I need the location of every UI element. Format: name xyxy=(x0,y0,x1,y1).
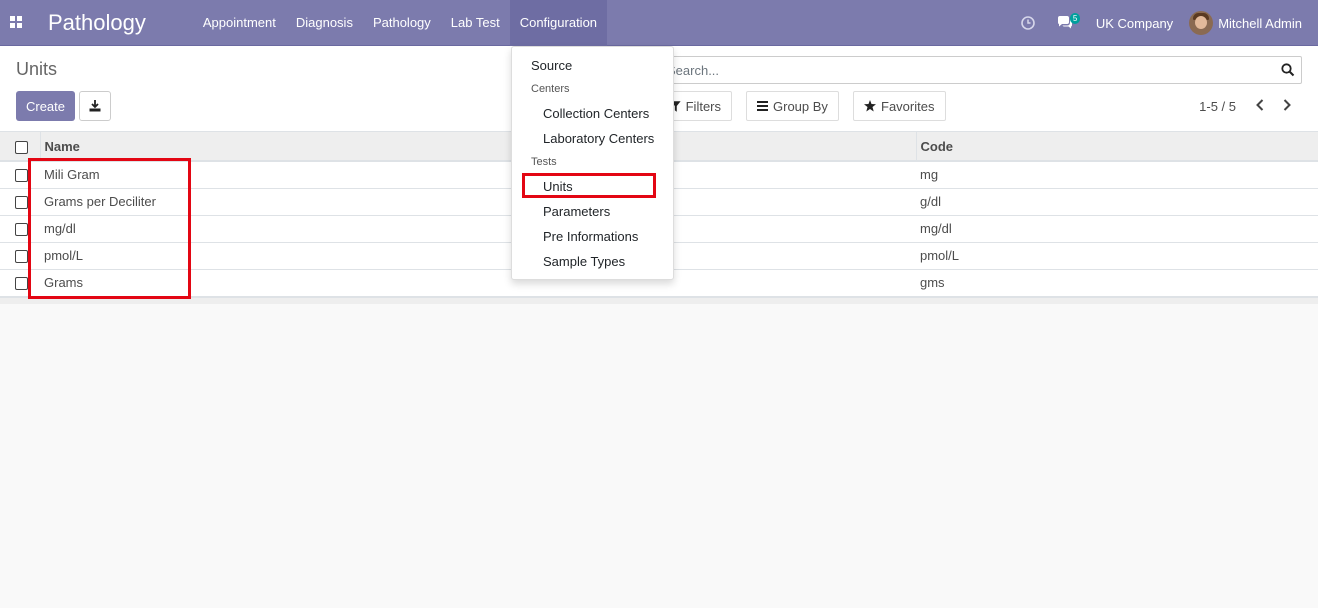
row-select-cell xyxy=(0,242,40,270)
dropdown-section-centers: Centers xyxy=(531,83,570,95)
menu-configuration[interactable]: Configuration xyxy=(509,0,608,46)
pager-next[interactable] xyxy=(1278,95,1296,115)
download-icon xyxy=(89,100,101,112)
unit-code-cell[interactable]: pmol/L xyxy=(916,242,1318,270)
dropdown-item-sample-types[interactable]: Sample Types xyxy=(512,250,675,274)
dropdown-item-collection-centers[interactable]: Collection Centers xyxy=(512,102,675,126)
company-switcher[interactable]: UK Company xyxy=(1084,16,1189,31)
chevron-right-icon xyxy=(1283,99,1291,111)
unit-name-cell[interactable]: Mili Gram xyxy=(40,161,916,189)
filters-label: Filters xyxy=(685,98,721,114)
column-header-code[interactable]: Code xyxy=(915,132,1318,162)
dropdown-item-units[interactable]: Units xyxy=(512,175,675,199)
message-count-badge: 5 xyxy=(1069,13,1081,24)
menu-appointment[interactable]: Appointment xyxy=(193,0,286,46)
table-footer xyxy=(0,297,1318,304)
row-checkbox[interactable] xyxy=(15,277,28,291)
select-all-checkbox[interactable] xyxy=(15,140,28,154)
menu-lab-test[interactable]: Lab Test xyxy=(441,0,510,46)
pager-value[interactable]: 1-5 / 5 xyxy=(1199,99,1236,114)
dropdown-item-parameters[interactable]: Parameters xyxy=(512,200,675,224)
apps-menu-icon[interactable] xyxy=(0,0,32,46)
row-checkbox[interactable] xyxy=(15,169,28,183)
dropdown-item-pre-informations[interactable]: Pre Informations xyxy=(512,225,675,249)
export-button[interactable] xyxy=(79,91,111,121)
avatar xyxy=(1189,11,1214,35)
dropdown-item-laboratory-centers[interactable]: Laboratory Centers xyxy=(512,127,675,151)
dropdown-item-source[interactable]: Source xyxy=(512,54,675,78)
row-select-cell xyxy=(0,269,40,297)
star-icon xyxy=(864,100,876,112)
user-name: Mitchell Admin xyxy=(1218,15,1302,31)
group-by-button[interactable]: Group By xyxy=(746,91,839,121)
row-checkbox[interactable] xyxy=(15,223,28,237)
top-navbar: Pathology Appointment Diagnosis Patholog… xyxy=(0,0,1318,46)
unit-name-cell[interactable]: pmol/L xyxy=(40,242,916,270)
row-select-cell xyxy=(0,188,40,216)
unit-name-cell[interactable]: Grams xyxy=(40,269,916,297)
unit-code-cell[interactable]: g/dl xyxy=(916,188,1318,216)
app-title[interactable]: Pathology xyxy=(48,10,146,36)
row-checkbox[interactable] xyxy=(15,196,28,210)
unit-code-cell[interactable]: mg xyxy=(916,161,1318,189)
dropdown-section-tests: Tests xyxy=(531,156,557,168)
chevron-left-icon xyxy=(1256,99,1264,111)
search-input[interactable] xyxy=(667,61,1267,79)
create-button[interactable]: Create xyxy=(16,91,75,121)
unit-name-cell[interactable]: Grams per Deciliter xyxy=(40,188,916,216)
user-menu[interactable]: Mitchell Admin xyxy=(1189,11,1318,35)
menu-pathology[interactable]: Pathology xyxy=(363,0,441,46)
list-icon xyxy=(757,101,768,111)
messages-icon[interactable]: 5 xyxy=(1046,0,1084,46)
column-header-name[interactable]: Name xyxy=(39,132,916,162)
configuration-dropdown: Source Centers Collection Centers Labora… xyxy=(511,46,674,280)
select-all-cell xyxy=(0,132,40,162)
row-checkbox[interactable] xyxy=(15,250,28,264)
pager-previous[interactable] xyxy=(1251,95,1269,115)
menu-diagnosis[interactable]: Diagnosis xyxy=(286,0,363,46)
unit-code-cell[interactable]: mg/dl xyxy=(916,215,1318,243)
breadcrumb: Units xyxy=(16,59,58,79)
favorites-label: Favorites xyxy=(881,98,935,114)
search-icon[interactable] xyxy=(1281,63,1295,77)
group-by-label: Group By xyxy=(773,98,828,114)
navbar-systray: 5 UK Company Mitchell Admin xyxy=(1010,0,1318,46)
row-select-cell xyxy=(0,215,40,243)
row-select-cell xyxy=(0,161,40,189)
unit-code-cell[interactable]: gms xyxy=(916,269,1318,297)
search-bar[interactable] xyxy=(660,56,1302,84)
activity-clock-icon[interactable] xyxy=(1010,0,1046,46)
unit-name-cell[interactable]: mg/dl xyxy=(40,215,916,243)
favorites-button[interactable]: Favorites xyxy=(853,91,946,121)
